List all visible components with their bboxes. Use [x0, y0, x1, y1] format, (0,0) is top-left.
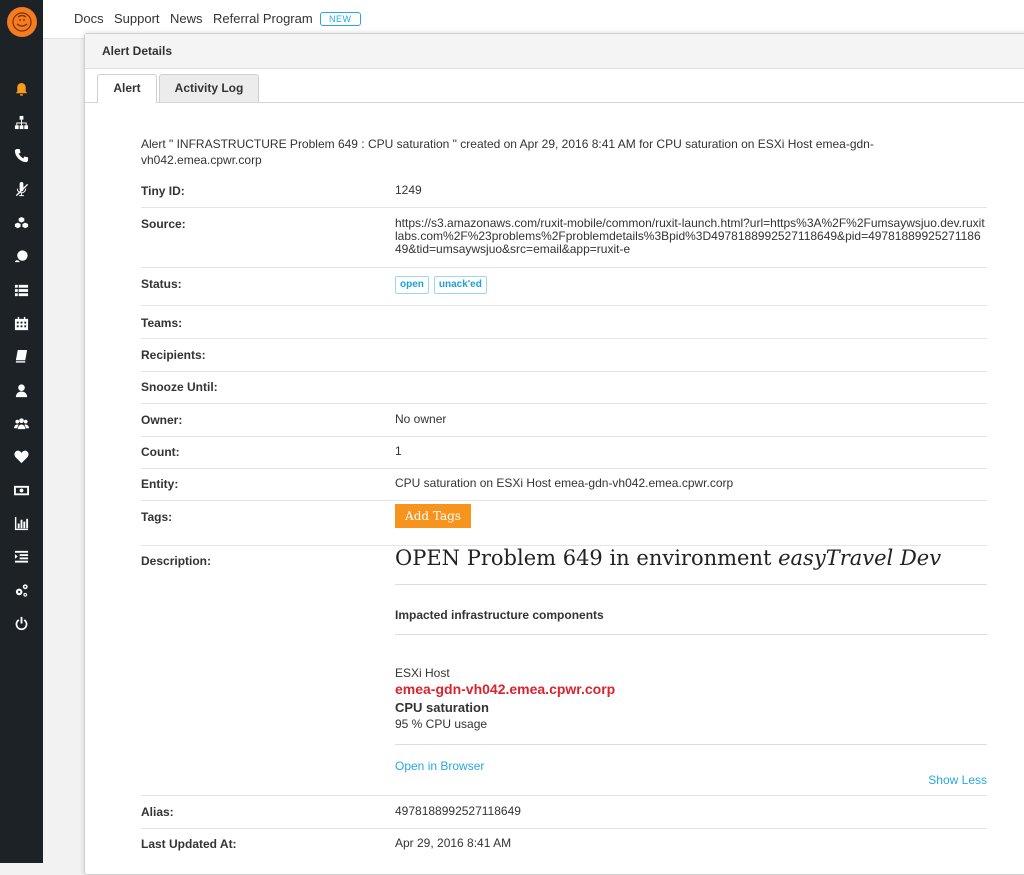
alias-label: Alias:: [141, 805, 174, 819]
new-badge: NEW: [320, 12, 361, 26]
count-label: Count:: [141, 445, 180, 459]
teams-label: Teams:: [141, 316, 183, 330]
user-icon[interactable]: [0, 380, 43, 400]
status-tag-open[interactable]: open: [395, 276, 429, 294]
panel-title: Alert Details: [102, 44, 173, 58]
status-label: Status:: [141, 277, 182, 291]
show-less-link[interactable]: Show Less: [928, 773, 987, 787]
host-type: ESXi Host: [395, 666, 450, 680]
updated-value: Apr 29, 2016 8:41 AM: [395, 836, 512, 850]
tags-label: Tags:: [141, 510, 173, 524]
host-name-link[interactable]: emea-gdn-vh042.emea.cpwr.corp: [395, 681, 615, 697]
owner-label: Owner:: [141, 413, 183, 427]
nav-docs-link[interactable]: Docs: [74, 11, 104, 26]
sidebar: [0, 0, 43, 863]
description-divider-middle: [395, 634, 987, 635]
alert-intro: Alert " INFRASTRUCTURE Problem 649 : CPU…: [141, 137, 874, 167]
owner-value[interactable]: No owner: [395, 413, 987, 426]
entity-value: CPU saturation on ESXi Host emea-gdn-vh0…: [395, 476, 734, 490]
row-source: Source: https://s3.amazonaws.com/ruxit-m…: [141, 217, 987, 268]
description-subtitle: Impacted infrastructure components: [395, 608, 604, 622]
description-title-prefix: OPEN Problem 649 in environment: [395, 546, 779, 570]
calendar-icon[interactable]: [0, 313, 43, 333]
sitemap-icon[interactable]: [0, 112, 43, 132]
mute-icon[interactable]: [0, 179, 43, 199]
cubes-icon[interactable]: [0, 213, 43, 233]
snooze-label: Snooze Until:: [141, 380, 218, 394]
bell-icon[interactable]: [0, 79, 43, 99]
tiny-id-label: Tiny ID:: [141, 184, 185, 198]
tab-alert[interactable]: Alert: [97, 74, 157, 103]
phone-icon[interactable]: [0, 145, 43, 165]
description-divider-bottom: [395, 744, 987, 745]
logo-icon: [12, 12, 32, 32]
entity-label: Entity:: [141, 477, 179, 491]
row-last-updated: Last Updated At: Apr 29, 2016 8:41 AM: [141, 837, 987, 860]
description-label: Description:: [141, 554, 212, 568]
row-description: Description: OPEN Problem 649 in environ…: [141, 546, 987, 796]
nav-news-link[interactable]: News: [170, 11, 203, 26]
alert-details-panel: Alert Details Alert Activity Log Alert "…: [84, 33, 1024, 875]
row-alias: Alias: 4978188992527118649: [141, 805, 987, 829]
row-recipients: Recipients:: [141, 348, 987, 372]
add-tags-button[interactable]: Add Tags: [395, 504, 471, 528]
users-icon[interactable]: [0, 413, 43, 433]
panel-header: Alert Details: [85, 34, 1024, 69]
power-icon[interactable]: [0, 613, 43, 633]
bar-chart-icon[interactable]: [0, 513, 43, 533]
source-value[interactable]: https://s3.amazonaws.com/ruxit-mobile/co…: [395, 217, 987, 256]
indent-icon[interactable]: [0, 546, 43, 566]
nav-referral-program-link[interactable]: Referral Program: [213, 11, 313, 26]
tiny-id-value: 1249: [395, 183, 422, 197]
description-title-env: easyTravel Dev: [778, 546, 942, 570]
row-tags: Tags: Add Tags: [141, 504, 987, 546]
money-icon[interactable]: [0, 480, 43, 500]
source-label: Source:: [141, 217, 186, 231]
cogs-icon[interactable]: [0, 580, 43, 600]
list-icon[interactable]: [0, 280, 43, 300]
tab-bar: Alert Activity Log: [85, 74, 1024, 103]
tab-activity-log[interactable]: Activity Log: [159, 74, 259, 102]
row-teams: Teams:: [141, 316, 987, 339]
problem-name: CPU saturation: [395, 700, 489, 715]
row-entity: Entity: CPU saturation on ESXi Host emea…: [141, 477, 987, 501]
count-value: 1: [395, 444, 402, 458]
row-count: Count: 1: [141, 445, 987, 469]
problem-metric: 95 % CPU usage: [395, 717, 488, 731]
open-in-browser-link[interactable]: Open in Browser: [395, 759, 484, 773]
heart-icon[interactable]: [0, 446, 43, 466]
description-title: OPEN Problem 649 in environment easyTrav…: [395, 546, 941, 570]
book-icon[interactable]: [0, 346, 43, 366]
description-divider-top: [395, 584, 987, 585]
logo[interactable]: [7, 7, 37, 37]
status-tags: open unack'ed: [395, 276, 987, 294]
recipients-label: Recipients:: [141, 348, 206, 362]
status-tag-unacked[interactable]: unack'ed: [433, 276, 487, 294]
row-owner: Owner: No owner: [141, 413, 987, 437]
heads-icon[interactable]: [0, 246, 43, 266]
nav-support-link[interactable]: Support: [114, 11, 160, 26]
alias-value: 4978188992527118649: [395, 804, 521, 818]
updated-label: Last Updated At:: [141, 837, 237, 851]
row-snooze-until: Snooze Until:: [141, 380, 987, 404]
row-tiny-id: Tiny ID: 1249: [141, 184, 987, 208]
row-status: Status: open unack'ed: [141, 276, 987, 306]
